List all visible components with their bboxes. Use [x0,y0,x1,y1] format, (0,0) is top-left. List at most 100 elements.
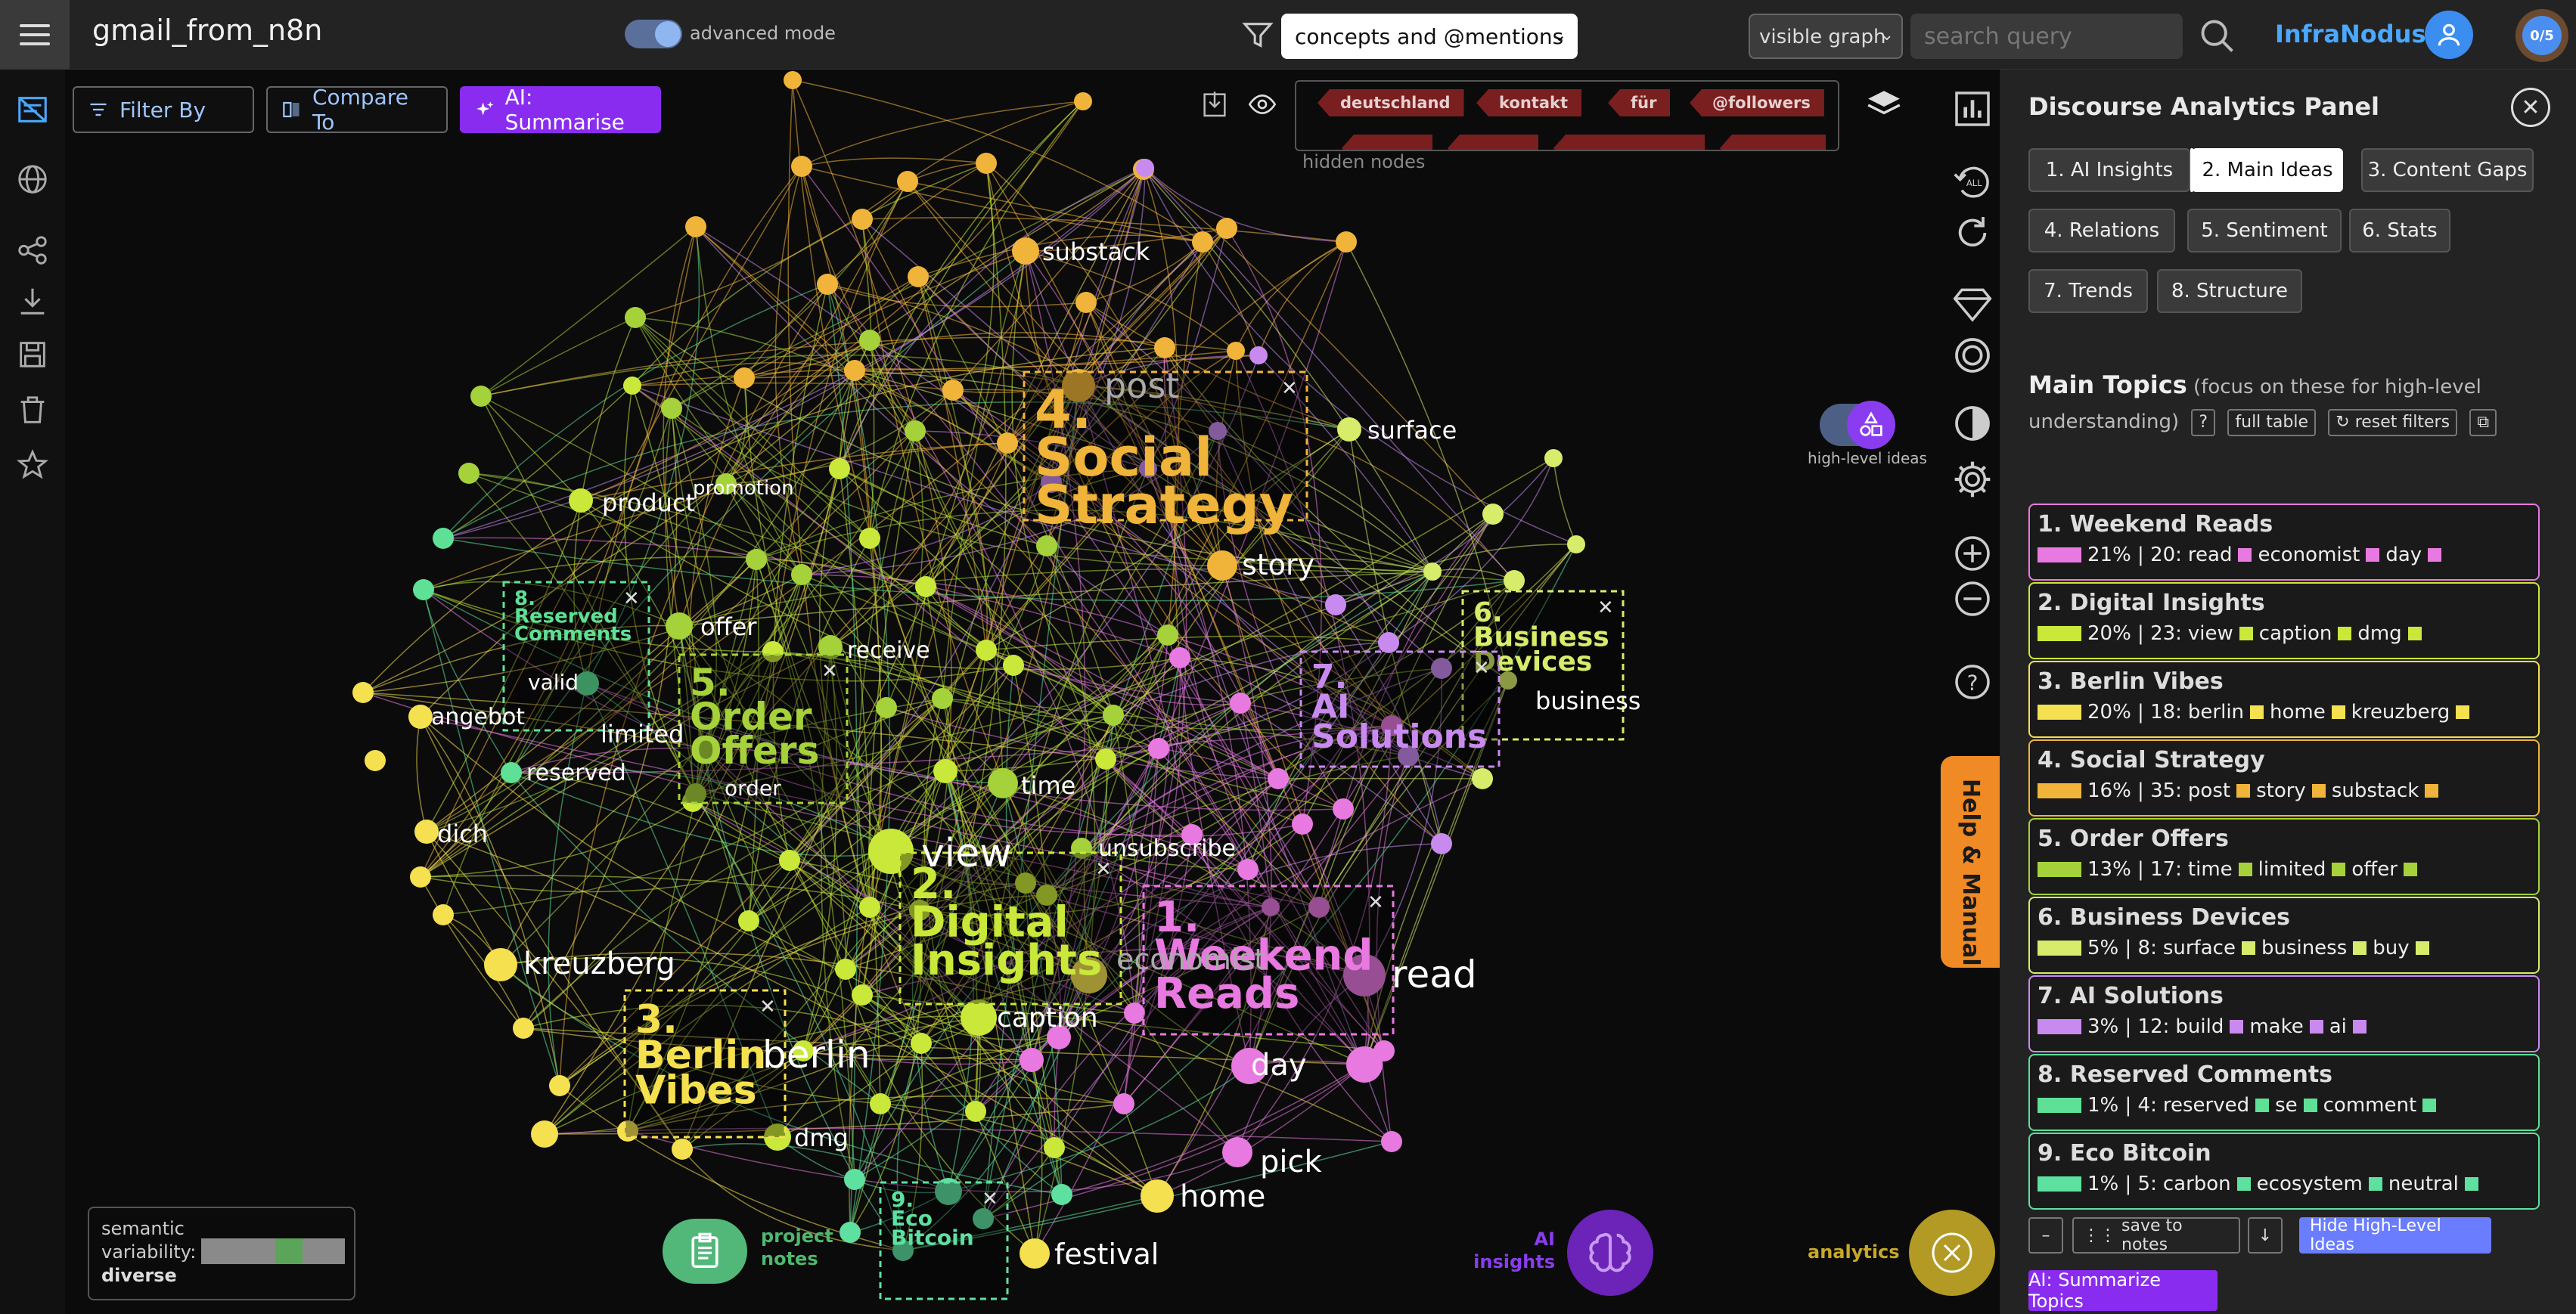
topic-card[interactable]: 7. AI Solutions 3% | 12: build make ai [2028,975,2540,1052]
copy-icon[interactable]: ⧉ [2469,408,2497,436]
topic-keyword[interactable]: berlin [2188,701,2244,724]
hidden-node-chip[interactable] [1448,135,1538,150]
graph-node[interactable] [433,904,454,925]
graph-node[interactable] [1567,535,1585,553]
user-avatar-icon[interactable] [2425,11,2473,59]
graph-node[interactable] [531,1120,558,1148]
tab-structure[interactable]: 8. Structure [2157,269,2302,313]
undo-all-icon[interactable]: ALL [1951,160,1994,203]
graph-node[interactable] [1020,1048,1044,1072]
graph-node[interactable] [1044,1137,1065,1158]
graph-node[interactable] [1230,693,1251,714]
node-label[interactable]: economist [1116,943,1265,976]
help-question-icon[interactable]: ? [1951,661,1994,703]
graph-node[interactable] [458,463,480,484]
settings-gear-icon[interactable] [1951,458,1994,500]
graph-node[interactable] [1169,647,1190,668]
hidden-node-chip[interactable] [1553,135,1705,150]
node-label[interactable]: business [1535,686,1640,715]
graph-node[interactable] [1227,342,1245,360]
node-label[interactable]: story [1242,548,1314,581]
graph-node[interactable] [352,682,374,703]
graph-node[interactable] [1036,535,1057,556]
node-label[interactable]: festival [1054,1238,1159,1271]
topic-keyword[interactable]: carbon [2163,1173,2231,1195]
graph-node[interactable] [829,458,850,479]
topic-keyword[interactable]: make [2249,1015,2303,1038]
refresh-icon[interactable] [1951,212,1994,254]
topic-card[interactable]: 8. Reserved Comments 1% | 4: reserved se com… [2028,1054,2540,1131]
funnel-icon[interactable] [1240,18,1275,53]
star-icon[interactable] [15,448,50,482]
graph-node[interactable] [569,488,593,513]
save-icon[interactable] [15,337,50,372]
node-label[interactable]: home [1180,1179,1265,1214]
node-label[interactable]: berlin [762,1033,871,1077]
graph-node[interactable] [1423,562,1442,581]
node-label[interactable]: dmg [794,1123,849,1152]
topic-card[interactable]: 9. Eco Bitcoin 1% | 5: carbon ecosystem neut… [2028,1133,2540,1210]
graph-node[interactable] [549,1075,570,1096]
hidden-node-chip[interactable] [1342,135,1432,150]
globe-icon[interactable] [15,162,50,197]
graph-node[interactable] [852,984,873,1006]
topic-keyword[interactable]: reserved [2163,1094,2249,1117]
graph-node[interactable] [933,759,957,783]
graph-node[interactable] [1095,748,1116,770]
node-label[interactable]: order [725,776,781,801]
node-label[interactable]: dich [437,820,488,848]
share-icon[interactable] [15,233,50,268]
node-label[interactable]: kreuzberg [523,947,675,981]
graph-node[interactable] [976,153,997,174]
graph-node[interactable] [791,156,812,177]
node-label[interactable]: unsubscribe [1098,835,1236,862]
graph-node[interactable] [738,910,759,931]
download-icon[interactable] [15,284,50,319]
tab-main-ideas[interactable]: 2. Main Ideas [2192,148,2343,192]
zoom-out-icon[interactable] [1951,578,1994,620]
save-to-notes-button[interactable]: ⋮⋮ save to notes [2072,1216,2240,1254]
contrast-icon[interactable] [1951,402,1994,445]
hidden-node-chip[interactable]: deutschland [1317,89,1464,116]
topic-keyword[interactable]: caption [2259,622,2332,645]
node-label[interactable]: view [921,831,1012,876]
tab-ai-insights[interactable]: 1. AI Insights [2028,148,2190,192]
node-label[interactable]: time [1021,771,1075,800]
full-table-button[interactable]: full table [2227,408,2317,436]
semantic-variability-widget[interactable]: semantic variability: diverse [88,1207,355,1300]
graph-node[interactable] [779,850,800,871]
topic-keyword[interactable]: se [2275,1094,2298,1117]
graph-node[interactable] [1012,237,1039,265]
graph-node[interactable] [908,266,929,287]
graph-node[interactable] [897,171,918,192]
hidden-node-chip[interactable]: @followers [1690,89,1824,116]
graph-node[interactable] [1103,705,1124,726]
graph-node[interactable] [942,380,964,401]
cluster-close-icon[interactable]: ✕ [1473,657,1490,680]
cluster-close-icon[interactable]: ✕ [759,996,776,1018]
graph-node[interactable] [1373,1040,1395,1061]
graph-node[interactable] [1124,1003,1145,1024]
graph-node[interactable] [1337,417,1361,442]
collapse-button[interactable]: – [2028,1217,2063,1254]
graph-node[interactable] [876,697,897,718]
node-label[interactable]: reserved [526,760,626,786]
usage-counter-badge[interactable]: 0/5 [2515,9,2568,62]
hidden-nodes-panel[interactable]: deutschland kontakt für @followers [1295,80,1839,151]
graph-node[interactable] [1207,550,1237,581]
graph-node[interactable] [661,398,682,419]
zoom-in-icon[interactable] [1951,532,1994,575]
graph-node[interactable] [501,762,522,783]
network-graph[interactable]: ✕4.SocialStrategy✕2.DigitalInsights✕1.We… [65,70,1941,1314]
graph-node[interactable] [1268,768,1289,789]
analytics-close-button[interactable] [1909,1210,1995,1296]
topic-keyword[interactable]: view [2188,622,2233,645]
topic-keyword[interactable]: time [2188,858,2233,881]
graph-node[interactable] [965,1101,986,1122]
graph-node[interactable] [1504,570,1525,591]
topic-card[interactable]: 4. Social Strategy 16% | 35: post story subs… [2028,739,2540,817]
graph-node[interactable] [859,330,880,351]
graph-node[interactable] [625,307,646,328]
topic-keyword[interactable]: offer [2351,858,2398,881]
graph-node[interactable] [1051,1184,1072,1205]
